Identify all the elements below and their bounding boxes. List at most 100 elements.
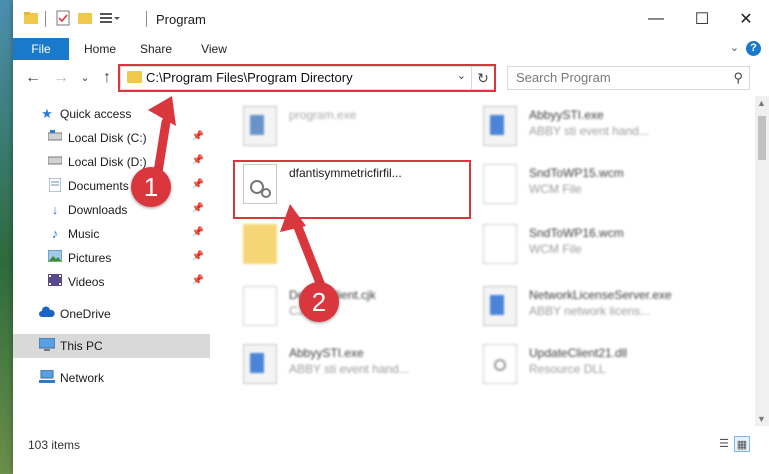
pin-icon[interactable]: 📌 [192,203,204,214]
minimize-button[interactable]: — [633,0,679,38]
large-icons-view-icon[interactable]: ▦ [734,436,750,452]
tab-share[interactable]: Share [133,38,179,60]
file-description: ABBY sti event hand... [289,362,409,376]
sidebar-item-label: Network [60,371,105,385]
drive-icon [47,154,63,170]
sidebar-item-label: Quick access [60,107,132,121]
callout-1: 1 [131,167,171,207]
item-count: 103 items [28,438,81,452]
up-arrow-icon[interactable]: ↑ [97,68,117,88]
exe-icon [243,344,277,384]
pin-icon[interactable]: 📌 [192,179,204,190]
file-item[interactable]: SndToWP16.wcm WCM File [483,220,723,268]
tab-file[interactable]: File [13,38,69,60]
star-icon: ★ [41,106,53,121]
file-description: ABBY sti event hand... [529,124,649,138]
file-description: WCM File [529,182,582,196]
file-description: WCM File [529,242,582,256]
scroll-up-icon[interactable]: ▲ [757,98,766,108]
download-icon: ↓ [51,202,59,217]
sidebar-item-downloads[interactable]: ↓ Downloads 📌 [13,198,210,222]
dll-icon [483,344,517,384]
pin-icon[interactable]: 📌 [192,131,204,142]
cloud-icon [39,306,55,322]
exe-icon [483,106,517,146]
tab-home[interactable]: Home [77,38,123,60]
sidebar-item-pictures[interactable]: Pictures 📌 [13,246,210,270]
file-icon [483,224,517,264]
file-list: program.exe AbbyySTI.exe ABBY sti event … [223,96,755,426]
status-bar: 103 items ☰ ▦ [13,426,769,474]
address-highlight-box [118,64,496,92]
sidebar-item-music[interactable]: ♪ Music 📌 [13,222,210,246]
file-item[interactable]: AbbyySTI.exe ABBY sti event hand... [243,340,483,388]
sidebar-item-label: Videos [68,275,105,289]
videos-icon [47,274,63,290]
drive-icon [47,130,63,146]
sidebar-item-label: Pictures [68,251,112,265]
file-item[interactable]: UpdateClient21.dll Resource DLL [483,340,723,388]
sidebar-item-label: Local Disk (C:) [68,131,147,145]
file-highlight-box [233,160,471,219]
sidebar-item-onedrive[interactable]: OneDrive [13,302,210,326]
file-icon [483,164,517,204]
back-arrow-icon[interactable]: ← [23,68,43,88]
properties-icon[interactable] [55,10,71,26]
sidebar-item-label: Documents [68,179,129,193]
search-placeholder: Search Program [516,70,611,85]
recent-locations-chevron-icon[interactable]: ⌄ [75,68,95,88]
help-button[interactable]: ? [746,41,761,56]
navigation-pane: ★ Quick access Local Disk (C:) 📌 Local D… [13,96,210,426]
desktop-background [0,0,13,474]
new-folder-icon[interactable] [77,10,93,26]
sidebar-item-local-disk-c[interactable]: Local Disk (C:) 📌 [13,126,210,150]
pin-icon[interactable]: 📌 [192,227,204,238]
exe-icon [483,286,517,326]
forward-arrow-icon[interactable]: → [51,68,71,88]
sidebar-item-local-disk-d[interactable]: Local Disk (D:) 📌 [13,150,210,174]
pictures-icon [47,249,63,266]
scrollbar-thumb[interactable] [758,116,766,160]
pin-icon[interactable]: 📌 [192,155,204,166]
search-icon[interactable]: ⚲ [733,70,743,86]
close-button[interactable]: ✕ [723,0,769,38]
sidebar-item-network[interactable]: Network [13,366,210,390]
file-name: SndToWP16.wcm [529,226,624,240]
file-item[interactable]: NetworkLicenseServer.exe ABBY network li… [483,282,723,330]
pin-icon[interactable]: 📌 [192,275,204,286]
folder-icon [23,10,39,26]
window-title: Program [156,12,206,27]
file-name: NetworkLicenseServer.exe [529,288,672,302]
file-description: ABBY network licens... [529,304,651,318]
music-icon: ♪ [51,226,59,241]
file-item[interactable]: AbbyySTI.exe ABBY sti event hand... [483,102,723,150]
ribbon-tabs: File Home Share View ⌄ ? [13,38,769,61]
scroll-down-icon[interactable]: ▼ [757,414,766,424]
search-box[interactable]: Search Program ⚲ [507,66,750,90]
sidebar-item-videos[interactable]: Videos 📌 [13,270,210,294]
file-item[interactable] [243,220,483,268]
pin-icon[interactable]: 📌 [192,251,204,262]
details-view-icon[interactable]: ☰ [716,436,732,452]
documents-icon [47,177,63,194]
maximize-button[interactable]: ☐ [679,0,725,38]
vertical-scrollbar[interactable]: ▲ ▼ [755,96,769,426]
callout-2: 2 [299,282,339,322]
file-item[interactable]: SndToWP15.wcm WCM File [483,160,723,208]
sidebar-item-label: Local Disk (D:) [68,155,147,169]
file-item[interactable]: program.exe [243,102,483,150]
file-name: AbbyySTI.exe [529,108,604,122]
tab-view[interactable]: View [191,38,237,60]
sidebar-item-label: OneDrive [60,307,111,321]
customize-toolbar-icon[interactable] [99,10,120,26]
file-item[interactable]: DefaultClient.cjk CJK File [243,282,483,330]
title-bar: Program — ☐ ✕ [13,0,769,38]
sidebar-item-this-pc[interactable]: This PC [13,334,210,358]
sidebar-item-quick-access[interactable]: ★ Quick access [13,102,210,126]
file-description: Resource DLL [529,362,606,376]
computer-icon [38,337,56,354]
file-name: SndToWP15.wcm [529,166,624,180]
sidebar-item-documents[interactable]: Documents 📌 [13,174,210,198]
chevron-down-icon[interactable]: ⌄ [730,41,739,54]
file-name: UpdateClient21.dll [529,346,628,360]
